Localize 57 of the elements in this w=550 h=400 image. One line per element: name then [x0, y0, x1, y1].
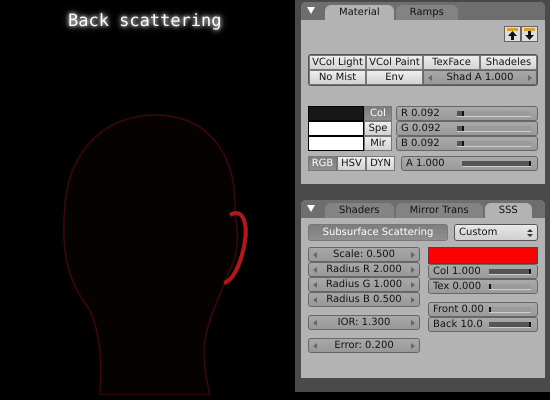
value-slider[interactable]: B 0.092: [396, 136, 538, 151]
value-slider[interactable]: R 0.092: [396, 106, 538, 121]
toggle-button[interactable]: No Mist: [309, 70, 366, 85]
toggle-button[interactable]: VCol Light: [309, 55, 366, 70]
number-field[interactable]: Radius G 1.000: [308, 277, 420, 292]
color-mode-button[interactable]: RGB: [308, 156, 337, 171]
panel-tab[interactable]: Ramps: [396, 5, 458, 20]
left-arrow-icon[interactable]: [313, 296, 317, 302]
left-arrow-icon[interactable]: [313, 282, 317, 288]
panel-tab[interactable]: Material: [325, 5, 394, 20]
left-arrow-icon[interactable]: [313, 342, 317, 348]
left-arrow-icon[interactable]: [313, 252, 317, 258]
right-arrow-icon[interactable]: [411, 266, 415, 272]
color-mode-button[interactable]: HSV: [337, 156, 366, 171]
number-field[interactable]: Radius R 2.000: [308, 262, 420, 277]
right-arrow-icon[interactable]: [411, 252, 415, 258]
number-field[interactable]: Radius B 0.500: [308, 292, 420, 307]
color-swatch[interactable]: [308, 121, 364, 136]
left-arrow-icon[interactable]: [313, 266, 317, 272]
value-slider[interactable]: Back 10.0: [428, 317, 538, 332]
swatch-selector-button[interactable]: Col: [364, 106, 392, 121]
right-arrow-icon[interactable]: [410, 296, 415, 302]
collapse-triangle-icon[interactable]: [307, 205, 315, 212]
alpha-slider[interactable]: A 1.000: [401, 156, 538, 171]
left-arrow-icon[interactable]: [313, 320, 317, 326]
left-arrow-icon[interactable]: [428, 74, 432, 80]
copy-arrows-icon[interactable]: [504, 26, 538, 42]
right-arrow-icon[interactable]: [410, 320, 415, 326]
number-field[interactable]: IOR: 1.300: [308, 315, 420, 330]
toggle-button[interactable]: Env: [366, 70, 423, 85]
toggle-button[interactable]: TexFace: [423, 55, 480, 70]
toggle-button[interactable]: Shadeles: [480, 55, 537, 70]
render-title: Back scattering: [68, 11, 222, 31]
panel-tab[interactable]: Shaders: [325, 203, 394, 218]
value-slider[interactable]: Tex 0.000: [428, 279, 538, 294]
right-arrow-icon[interactable]: [528, 74, 532, 80]
up-down-arrows-icon: [527, 228, 533, 236]
color-swatch[interactable]: [308, 136, 364, 151]
right-arrow-icon[interactable]: [410, 282, 415, 288]
collapse-triangle-icon[interactable]: [307, 7, 315, 14]
right-arrow-icon[interactable]: [411, 342, 415, 348]
number-field[interactable]: Shad A 1.000: [423, 70, 537, 85]
number-field[interactable]: Error: 0.200: [308, 338, 420, 353]
swatch-selector-button[interactable]: Mir: [364, 136, 392, 151]
number-field[interactable]: Scale: 0.500: [308, 247, 420, 262]
panel-tab[interactable]: SSS: [484, 203, 532, 218]
preset-dropdown[interactable]: Custom: [454, 224, 538, 241]
panel-tab[interactable]: Mirror Trans: [396, 203, 483, 218]
color-swatch[interactable]: [428, 247, 538, 264]
swatch-selector-button[interactable]: Spe: [364, 121, 392, 136]
color-mode-button[interactable]: DYN: [366, 156, 395, 171]
value-slider[interactable]: Col 1.000: [428, 264, 538, 279]
subsurface-toggle-button[interactable]: Subsurface Scattering: [308, 224, 448, 241]
value-slider[interactable]: Front 0.00: [428, 302, 538, 317]
color-swatch[interactable]: [308, 106, 364, 121]
toggle-button[interactable]: VCol Paint: [366, 55, 423, 70]
value-slider[interactable]: G 0.092: [396, 121, 538, 136]
